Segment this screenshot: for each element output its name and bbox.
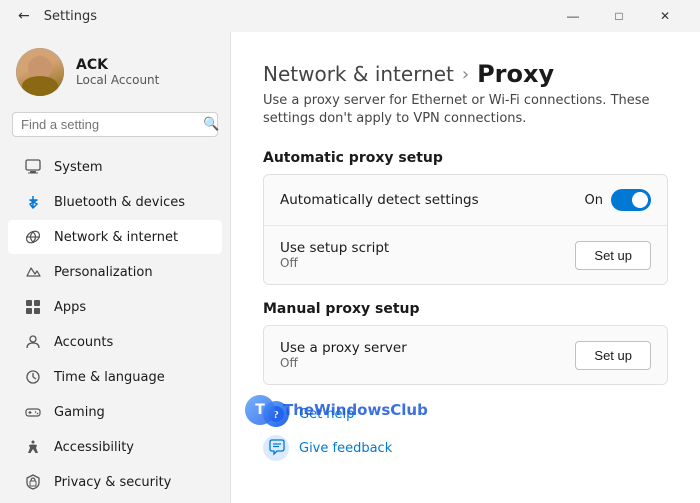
back-icon[interactable]: ← bbox=[12, 6, 36, 26]
sidebar: ACK Local Account 🔍 System Bluetooth & d… bbox=[0, 32, 230, 503]
setup-script-button[interactable]: Set up bbox=[575, 241, 651, 270]
window-title: Settings bbox=[44, 9, 97, 24]
close-button[interactable]: ✕ bbox=[642, 0, 688, 32]
sidebar-label-system: System bbox=[54, 160, 102, 175]
sidebar-item-system[interactable]: System bbox=[8, 150, 222, 184]
profile-type: Local Account bbox=[76, 73, 159, 87]
auto-detect-toggle[interactable] bbox=[611, 189, 651, 211]
sidebar-label-bluetooth: Bluetooth & devices bbox=[54, 195, 185, 210]
sidebar-label-apps: Apps bbox=[54, 300, 86, 315]
get-help-label: Get help bbox=[299, 407, 354, 422]
search-input[interactable] bbox=[21, 117, 197, 132]
apps-icon bbox=[24, 298, 42, 316]
maximize-button[interactable]: □ bbox=[596, 0, 642, 32]
toggle-on-label: On bbox=[585, 193, 603, 208]
profile-name: ACK bbox=[76, 57, 159, 73]
personalization-icon bbox=[24, 263, 42, 281]
breadcrumb-parent[interactable]: Network & internet bbox=[263, 62, 454, 86]
sidebar-label-time: Time & language bbox=[54, 370, 165, 385]
title-bar: ← Settings — □ ✕ bbox=[0, 0, 700, 32]
sidebar-label-gaming: Gaming bbox=[54, 405, 105, 420]
page-description: Use a proxy server for Ethernet or Wi-Fi… bbox=[263, 92, 668, 128]
sidebar-item-network[interactable]: Network & internet bbox=[8, 220, 222, 254]
time-icon bbox=[24, 368, 42, 386]
sidebar-item-personalization[interactable]: Personalization bbox=[8, 255, 222, 289]
search-box[interactable]: 🔍 bbox=[12, 112, 218, 137]
privacy-icon bbox=[24, 473, 42, 491]
sidebar-item-accounts[interactable]: Accounts bbox=[8, 325, 222, 359]
sidebar-label-privacy: Privacy & security bbox=[54, 475, 171, 490]
setup-script-value: Off bbox=[280, 256, 389, 270]
sidebar-item-bluetooth[interactable]: Bluetooth & devices bbox=[8, 185, 222, 219]
manual-section-title: Manual proxy setup bbox=[263, 301, 668, 317]
auto-section-title: Automatic proxy setup bbox=[263, 150, 668, 166]
give-feedback-link[interactable]: Give feedback bbox=[263, 435, 668, 461]
use-proxy-value: Off bbox=[280, 356, 407, 370]
main-content: Network & internet › Proxy Use a proxy s… bbox=[230, 32, 700, 503]
sidebar-label-network: Network & internet bbox=[54, 230, 178, 245]
proxy-setup-button[interactable]: Set up bbox=[575, 341, 651, 370]
auto-detect-row: Automatically detect settings On bbox=[264, 175, 667, 225]
accessibility-icon bbox=[24, 438, 42, 456]
auto-detect-label: Automatically detect settings bbox=[280, 192, 479, 208]
sidebar-item-time[interactable]: Time & language bbox=[8, 360, 222, 394]
system-icon bbox=[24, 158, 42, 176]
use-proxy-label: Use a proxy server bbox=[280, 340, 407, 356]
sidebar-item-privacy[interactable]: Privacy & security bbox=[8, 465, 222, 499]
sidebar-label-personalization: Personalization bbox=[54, 265, 153, 280]
bottom-links: ? Get help Give feedback bbox=[263, 401, 668, 461]
avatar bbox=[16, 48, 64, 96]
bluetooth-icon bbox=[24, 193, 42, 211]
give-feedback-label: Give feedback bbox=[299, 441, 392, 456]
give-feedback-icon bbox=[263, 435, 289, 461]
setup-script-label: Use setup script bbox=[280, 240, 389, 256]
sidebar-label-accessibility: Accessibility bbox=[54, 440, 134, 455]
accounts-icon bbox=[24, 333, 42, 351]
app-body: ACK Local Account 🔍 System Bluetooth & d… bbox=[0, 32, 700, 503]
sidebar-item-apps[interactable]: Apps bbox=[8, 290, 222, 324]
minimize-button[interactable]: — bbox=[550, 0, 596, 32]
breadcrumb-current: Proxy bbox=[477, 60, 554, 88]
sidebar-label-accounts: Accounts bbox=[54, 335, 113, 350]
network-icon bbox=[24, 228, 42, 246]
use-proxy-row: Use a proxy server Off Set up bbox=[264, 326, 667, 384]
get-help-link[interactable]: ? Get help bbox=[263, 401, 668, 427]
sidebar-item-gaming[interactable]: Gaming bbox=[8, 395, 222, 429]
search-icon: 🔍 bbox=[203, 117, 219, 132]
gaming-icon bbox=[24, 403, 42, 421]
breadcrumb: Network & internet › Proxy bbox=[263, 60, 668, 88]
svg-text:?: ? bbox=[273, 409, 279, 421]
window-controls: — □ ✕ bbox=[550, 0, 688, 32]
auto-proxy-card: Automatically detect settings On Use set… bbox=[263, 174, 668, 285]
get-help-icon: ? bbox=[263, 401, 289, 427]
nav-list: System Bluetooth & devices Network & int… bbox=[0, 145, 230, 503]
manual-proxy-card: Use a proxy server Off Set up bbox=[263, 325, 668, 385]
sidebar-item-accessibility[interactable]: Accessibility bbox=[8, 430, 222, 464]
setup-script-row: Use setup script Off Set up bbox=[264, 225, 667, 284]
breadcrumb-sep: › bbox=[462, 64, 469, 85]
profile-section[interactable]: ACK Local Account bbox=[0, 32, 230, 108]
